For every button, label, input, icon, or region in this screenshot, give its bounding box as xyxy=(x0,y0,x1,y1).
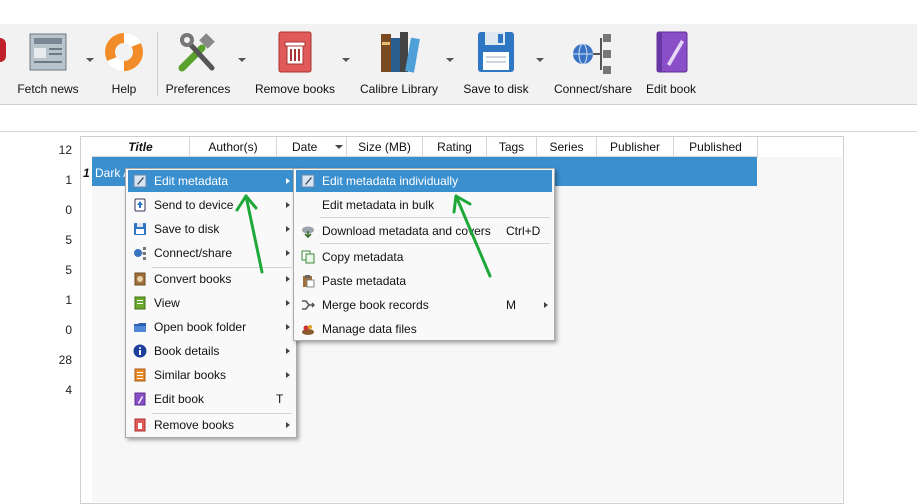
green-arrow-icon xyxy=(235,194,264,274)
annotation-arrows-overlay xyxy=(235,194,492,278)
green-arrow-icon xyxy=(452,194,492,278)
